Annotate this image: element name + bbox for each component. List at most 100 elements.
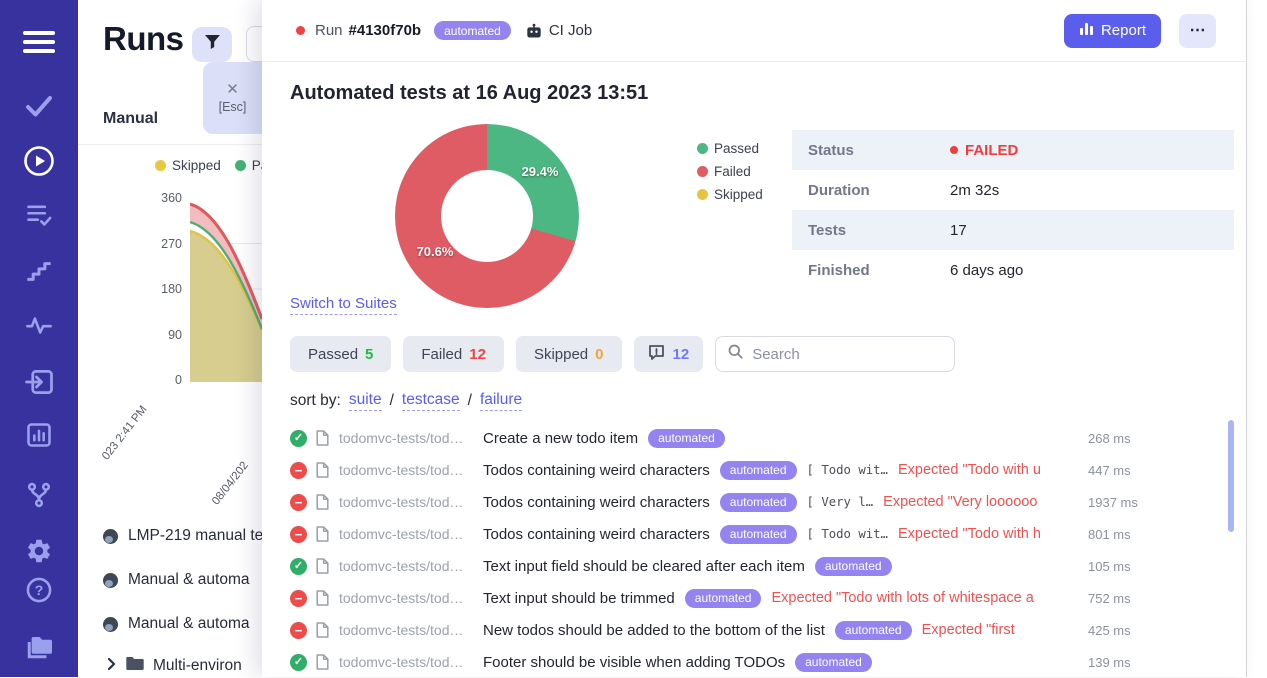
passed-icon	[290, 654, 307, 671]
check-icon[interactable]	[24, 92, 54, 120]
search-icon	[728, 344, 743, 364]
search-input[interactable]	[752, 346, 942, 363]
summary-value: 17	[950, 222, 967, 239]
test-row-content: Text input field should be cleared after…	[483, 557, 1074, 576]
summary-value: 2m 32s	[950, 182, 999, 199]
search-box	[715, 336, 955, 372]
list-scrollbar-thumb[interactable]	[1228, 420, 1234, 532]
test-duration: 105 ms	[1088, 559, 1150, 574]
chevron-right-icon	[106, 657, 117, 675]
page-scrollbar-track[interactable]	[1246, 0, 1247, 677]
run-list-label: Manual & automa	[128, 615, 250, 633]
filter-icon	[204, 34, 221, 55]
test-error: Expected "first	[922, 622, 1015, 638]
summary-value: 6 days ago	[950, 262, 1023, 279]
run-list-item[interactable]: Manual & automa	[103, 558, 262, 602]
test-duration: 447 ms	[1088, 463, 1150, 478]
help-icon[interactable]: ?	[25, 576, 53, 604]
failed-icon	[290, 526, 307, 543]
test-row[interactable]: todomvc-tests/tod… Footer should be visib…	[290, 646, 1150, 678]
test-row[interactable]: todomvc-tests/tod… Text input field shoul…	[290, 550, 1150, 582]
ci-job-label[interactable]: CI Job	[549, 22, 592, 39]
test-row-content: Todos containing weird charactersautomat…	[483, 525, 1074, 544]
test-row[interactable]: todomvc-tests/tod…Todos containing weird…	[290, 454, 1150, 486]
list-check-icon[interactable]	[25, 202, 53, 228]
sort-link-failure[interactable]: failure	[480, 391, 522, 411]
steps-icon[interactable]	[25, 257, 53, 283]
test-row[interactable]: todomvc-tests/tod…New todos should be ad…	[290, 614, 1150, 646]
run-list-item[interactable]: LMP-219 manual te	[103, 514, 262, 558]
passed-icon	[290, 558, 307, 575]
close-icon[interactable]: ✕	[226, 82, 239, 97]
comment-icon	[648, 344, 665, 364]
file-icon	[316, 590, 329, 606]
report-button[interactable]: Report	[1064, 14, 1161, 48]
test-suite-path: todomvc-tests/tod…	[339, 590, 469, 606]
sort-link-suite[interactable]: suite	[349, 391, 382, 411]
play-circle-icon[interactable]	[23, 145, 55, 177]
folder-label: Multi-environ	[153, 657, 242, 675]
menu-icon[interactable]	[23, 28, 55, 56]
projects-icon[interactable]	[24, 633, 54, 661]
filter-button[interactable]	[192, 27, 232, 62]
test-suite-path: todomvc-tests/tod…	[339, 558, 469, 574]
sort-by-label: sort by:	[290, 392, 341, 410]
failed-dot-icon	[950, 146, 958, 154]
tab-failed[interactable]: Failed12	[403, 336, 504, 372]
switch-to-suites-link[interactable]: Switch to Suites	[290, 295, 397, 315]
result-tabs: Passed5 Failed12 Skipped0 12	[290, 336, 955, 372]
tab-count: 5	[365, 346, 373, 363]
automated-badge: automated	[795, 653, 872, 672]
test-suite-path: todomvc-tests/tod…	[339, 494, 469, 510]
report-label: Report	[1101, 22, 1146, 39]
failed-icon	[290, 622, 307, 639]
run-avatar-icon	[103, 573, 118, 588]
bar-chart-box-icon[interactable]	[25, 421, 53, 449]
test-row[interactable]: todomvc-tests/tod… Todos containing weird…	[290, 486, 1150, 518]
test-row-content: Create a new todo itemautomated	[483, 429, 1074, 448]
test-row[interactable]: todomvc-tests/tod… Create a new todo item…	[290, 422, 1150, 454]
test-param: [ Todo wit…	[807, 527, 888, 541]
sort-row: sort by: suite/testcase/failure	[290, 391, 522, 411]
test-row[interactable]: todomvc-tests/tod… Todos containing weird…	[290, 518, 1150, 550]
test-duration: 268 ms	[1088, 431, 1150, 446]
folder-row-multi-environment[interactable]: Multi-environ	[106, 656, 242, 676]
legend-label: Skipped	[714, 187, 763, 202]
tab-skipped[interactable]: Skipped0	[516, 336, 622, 372]
run-list-item[interactable]: Manual & automa	[103, 602, 262, 646]
test-row[interactable]: todomvc-tests/tod… Text input should be t…	[290, 582, 1150, 614]
tab-passed[interactable]: Passed5	[290, 336, 391, 372]
activity-icon[interactable]	[25, 313, 53, 337]
more-button[interactable]: ⋯	[1179, 14, 1216, 48]
test-suite-path: todomvc-tests/tod…	[339, 526, 469, 542]
test-name: Footer should be visible when adding TOD…	[483, 654, 785, 671]
skipped-dot-icon	[155, 160, 166, 171]
file-icon	[316, 462, 329, 478]
tab-manual[interactable]: Manual	[103, 110, 158, 128]
test-name: Todos containing weird characters	[483, 494, 710, 511]
x-axis-tick: 08/04/202	[210, 460, 251, 508]
run-header: Run #4130f70b automated CI Job Report ⋯	[262, 0, 1246, 62]
run-id: #4130f70b	[349, 22, 422, 39]
report-chart-icon	[1079, 22, 1094, 40]
test-suite-path: todomvc-tests/tod…	[339, 622, 469, 638]
run-avatar-icon	[103, 529, 118, 544]
esc-hint: [Esc]	[219, 100, 247, 114]
test-name: Todos containing weird characters	[483, 526, 710, 543]
test-name: Todos containing weird characters	[483, 462, 710, 479]
file-icon	[316, 430, 329, 446]
settings-icon[interactable]	[25, 537, 53, 565]
git-fork-icon[interactable]	[25, 481, 53, 509]
status-value: FAILED	[965, 142, 1018, 159]
test-suite-path: todomvc-tests/tod…	[339, 654, 469, 670]
sign-in-icon[interactable]	[24, 368, 54, 396]
y-axis: 360270180900	[142, 191, 182, 387]
comments-tab[interactable]: 12	[634, 336, 704, 372]
y-axis-tick: 90	[168, 328, 182, 342]
app-sidebar: ?	[0, 0, 78, 677]
legend-item: Passed	[697, 141, 763, 156]
sort-link-testcase[interactable]: testcase	[402, 391, 460, 411]
test-row-content: Text input should be trimmedautomatedExp…	[483, 589, 1074, 608]
donut-chart-wrap: 29.4% 70.6%	[395, 124, 579, 308]
test-suite-path: todomvc-tests/tod…	[339, 430, 469, 446]
